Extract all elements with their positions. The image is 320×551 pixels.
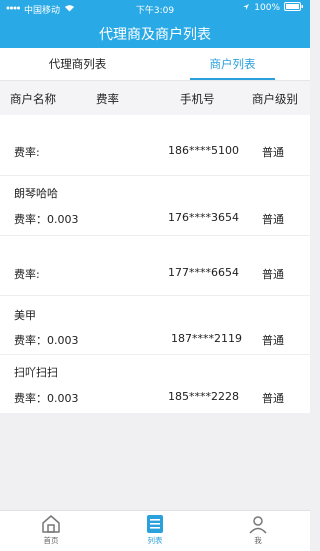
tabbar-profile-label: 我 <box>254 536 262 545</box>
column-header: 商户名称 费率 手机号 商户级别 <box>0 81 310 115</box>
merchant-name: 朗琴哈哈 <box>14 187 58 200</box>
merchant-phone: 186****5100 <box>168 144 239 157</box>
tabbar-profile[interactable]: 我 <box>228 513 288 546</box>
merchant-phone: 185****2228 <box>168 390 239 403</box>
col-phone: 手机号 <box>180 92 215 106</box>
merchant-list: 费率: 186****5100 普通 朗琴哈哈 费率：0.003 176****… <box>0 115 310 413</box>
page-title: 代理商及商户列表 <box>99 27 211 43</box>
tab-merchant-list-label: 商户列表 <box>209 57 256 71</box>
list-item[interactable]: 美甲 费率：0.003 187****2119 普通 <box>0 296 310 355</box>
active-tab-indicator <box>190 78 275 80</box>
merchant-rate: 费率：0.003 <box>14 392 79 405</box>
tab-agent-list[interactable]: 代理商列表 <box>0 48 155 80</box>
merchant-phone: 177****6654 <box>168 266 239 279</box>
merchant-level: 普通 <box>262 392 284 405</box>
list-item[interactable]: 费率: 186****5100 普通 <box>0 115 310 176</box>
battery-percent: 100% <box>254 3 280 13</box>
merchant-rate: 费率：0.003 <box>14 334 79 347</box>
merchant-level: 普通 <box>262 146 284 159</box>
col-rate: 费率 <box>96 92 119 106</box>
list-item[interactable]: 费率: 177****6654 普通 <box>0 236 310 296</box>
merchant-name: 美甲 <box>14 309 36 322</box>
merchant-rate: 费率: <box>14 268 40 281</box>
merchant-rate: 费率: <box>14 146 40 159</box>
tab-agent-list-label: 代理商列表 <box>48 57 107 71</box>
tab-merchant-list[interactable]: 商户列表 <box>155 48 310 80</box>
col-level: 商户级别 <box>252 92 298 106</box>
merchant-rate: 费率：0.003 <box>14 213 79 226</box>
merchant-level: 普通 <box>262 334 284 347</box>
list-icon <box>144 513 166 535</box>
tabbar-home-label: 首页 <box>43 536 59 545</box>
merchant-level: 普通 <box>262 268 284 281</box>
home-icon <box>40 513 62 535</box>
list-item[interactable]: 扫吖扫扫 费率：0.003 185****2228 普通 <box>0 355 310 413</box>
app-header: 代理商及商户列表 <box>0 18 310 48</box>
battery-icon <box>284 2 304 14</box>
col-merchant-name: 商户名称 <box>10 92 56 106</box>
tabbar-list[interactable]: 列表 <box>125 513 185 546</box>
profile-icon <box>247 513 269 535</box>
merchant-name: 扫吖扫扫 <box>14 366 58 379</box>
merchant-phone: 187****2119 <box>171 332 242 345</box>
location-icon <box>242 3 250 14</box>
merchant-phone: 176****3654 <box>168 211 239 224</box>
tab-bar-top: 代理商列表 商户列表 <box>0 48 310 81</box>
merchant-level: 普通 <box>262 213 284 226</box>
status-right: 100% <box>242 2 304 14</box>
status-bar: 中国移动 下午3:09 100% <box>0 0 310 18</box>
tabbar-list-label: 列表 <box>147 536 163 545</box>
list-item[interactable]: 朗琴哈哈 费率：0.003 176****3654 普通 <box>0 176 310 236</box>
bottom-tab-bar: 首页 列表 我 <box>0 510 310 551</box>
tabbar-home[interactable]: 首页 <box>21 513 81 546</box>
